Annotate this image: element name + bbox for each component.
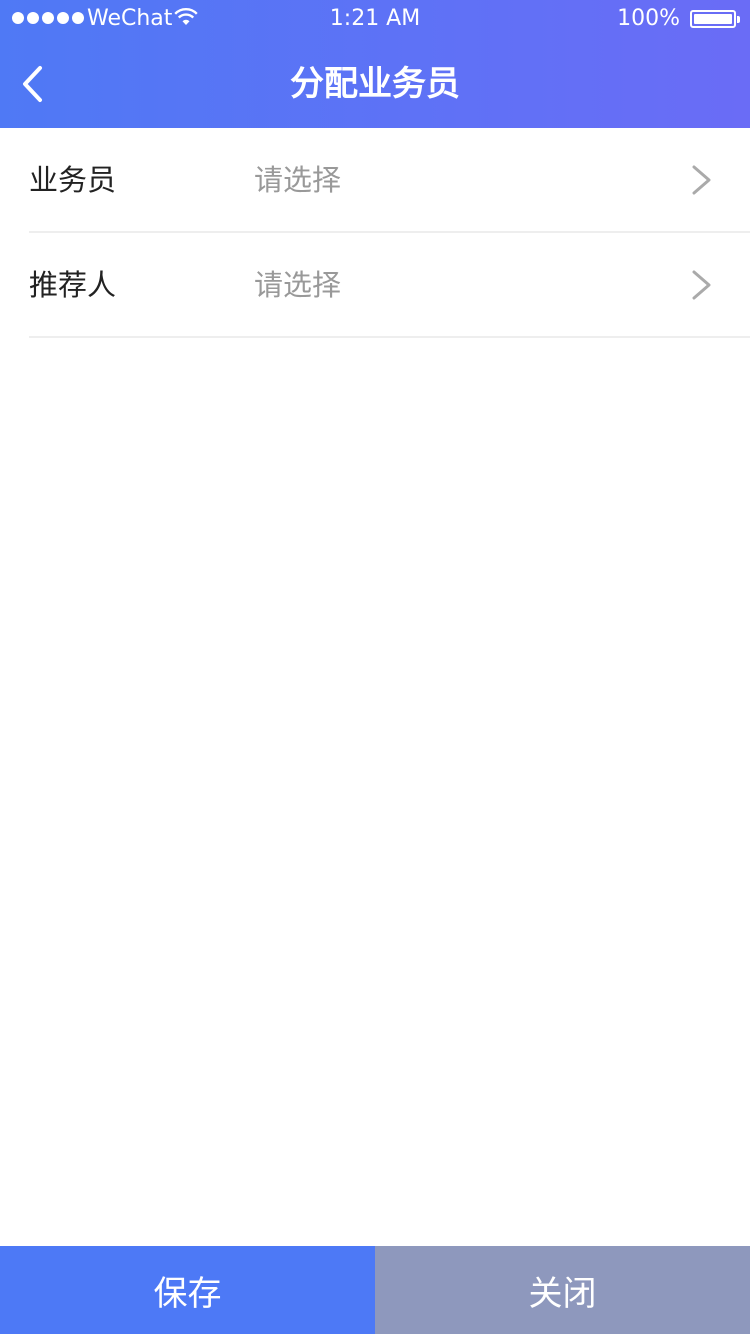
salesperson-label: 业务员 xyxy=(29,163,117,197)
salesperson-placeholder[interactable]: 请选择 xyxy=(254,128,341,233)
battery-percentage: 100% xyxy=(617,6,680,31)
status-bar: WeChat 1:21 AM 100% xyxy=(0,0,750,40)
salesperson-select-row[interactable]: 业务员 请选择 xyxy=(29,128,750,233)
save-button[interactable]: 保存 xyxy=(0,1246,375,1334)
chevron-right-icon xyxy=(692,165,711,195)
referrer-placeholder[interactable]: 请选择 xyxy=(254,233,341,338)
action-footer: 保存 关闭 xyxy=(0,1246,750,1334)
close-button[interactable]: 关闭 xyxy=(375,1246,750,1334)
chevron-right-icon xyxy=(692,270,711,300)
referrer-label: 推荐人 xyxy=(29,268,117,302)
referrer-select-row[interactable]: 推荐人 请选择 xyxy=(29,233,750,338)
battery-icon xyxy=(690,10,740,28)
assignment-form: 业务员 请选择 推荐人 请选择 xyxy=(0,128,750,338)
nav-header: WeChat 1:21 AM 100% 分配业务员 xyxy=(0,0,750,128)
page-title: 分配业务员 xyxy=(290,64,460,104)
